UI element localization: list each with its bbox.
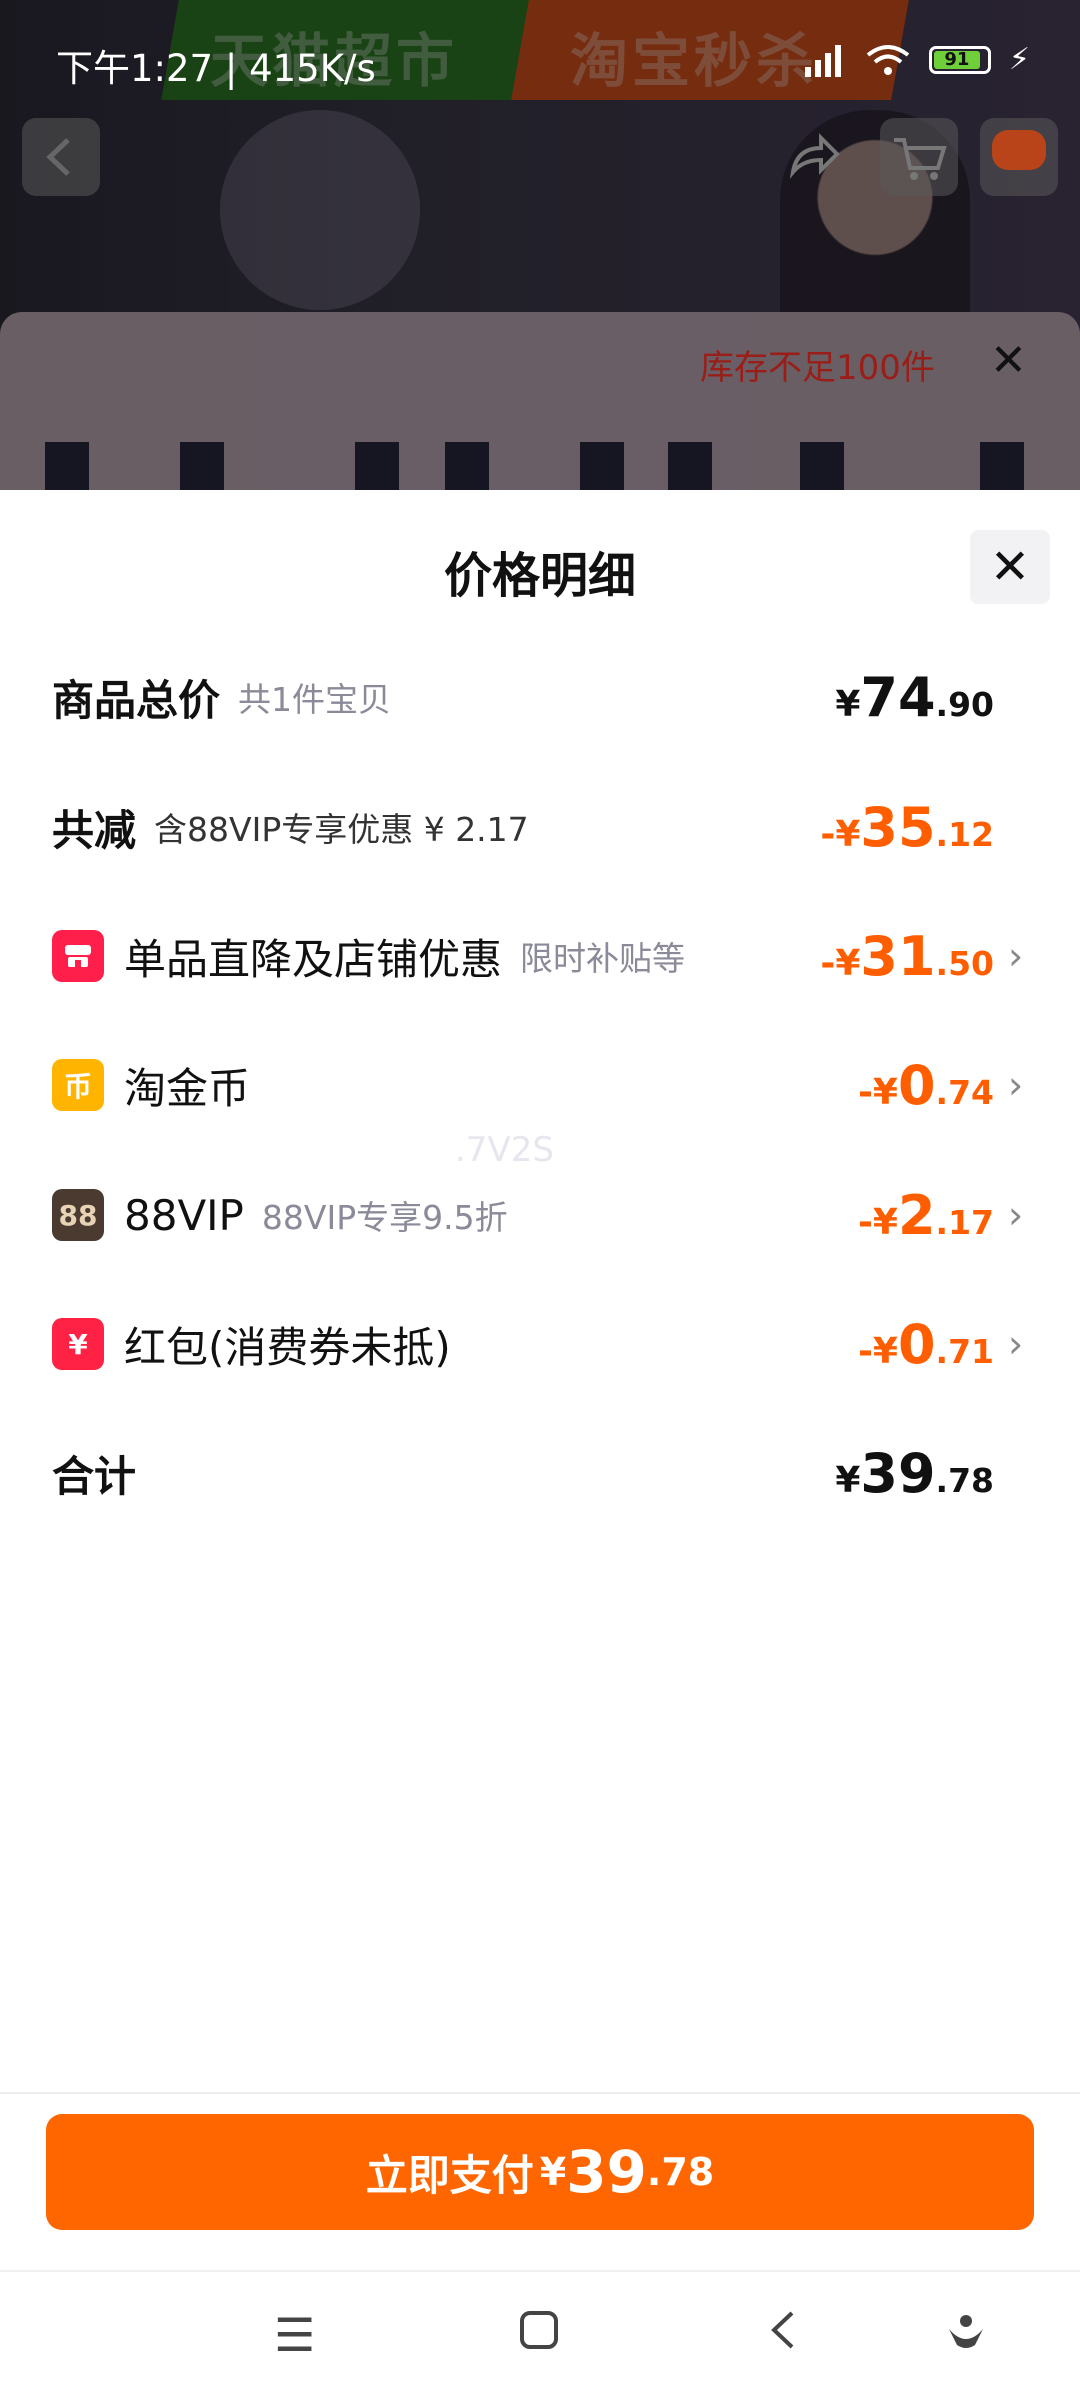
discount-label: 共减 — [52, 805, 137, 855]
cart-button[interactable] — [880, 118, 958, 196]
battery-icon: 91 — [928, 45, 991, 74]
price-decimal: .74 — [935, 1072, 994, 1112]
price-currency: -¥ — [857, 1071, 898, 1113]
vip-icon: 88 — [52, 1189, 104, 1241]
sku-close-icon[interactable]: ✕ — [990, 335, 1027, 386]
price-integer: 74 — [860, 665, 936, 729]
signal-icon — [804, 44, 841, 77]
nav-back-icon[interactable] — [768, 2308, 798, 2362]
assistant-icon[interactable] — [945, 2308, 987, 2362]
red-packet-price: -¥0.71 — [858, 1313, 994, 1376]
sku-swatch — [45, 442, 89, 490]
total-sub: 共1件宝贝 — [238, 680, 392, 719]
price-currency: -¥ — [857, 1330, 898, 1372]
battery-level: 91 — [933, 50, 980, 69]
chevron-right-icon: › — [1008, 1063, 1024, 1107]
watermark: .7V2S — [455, 1130, 554, 1170]
total-label: 商品总价 — [52, 675, 221, 725]
wifi-icon — [866, 44, 910, 75]
price-currency: ¥ — [835, 1459, 861, 1501]
price-integer: 31 — [860, 924, 936, 988]
row-88vip[interactable]: 88 88VIP 88VIP专享9.5折 -¥2.17 › — [52, 1170, 1028, 1260]
system-nav-bar: ☰ — [0, 2270, 1080, 2402]
sku-swatch — [445, 442, 489, 490]
more-icon — [992, 130, 1046, 170]
home-icon[interactable] — [518, 2308, 560, 2362]
row-sum: 合计 ¥39.78 — [52, 1428, 1028, 1518]
sku-swatch — [980, 442, 1024, 490]
status-icons: 91 ⚡ — [801, 42, 1030, 77]
share-button[interactable] — [775, 118, 853, 196]
row-coin[interactable]: 币 淘金币 -¥0.74 › — [52, 1040, 1028, 1130]
sku-swatch — [580, 442, 624, 490]
price-integer: 0 — [897, 1312, 936, 1376]
sum-label: 合计 — [52, 1451, 137, 1501]
total-price: ¥74.90 — [835, 666, 994, 729]
sheet-title: 价格明细 — [443, 548, 636, 604]
price-currency: -¥ — [857, 1201, 898, 1243]
vip-price: -¥2.17 — [858, 1184, 994, 1247]
coin-label: 淘金币 — [124, 1063, 251, 1113]
vip-sub: 88VIP专享9.5折 — [261, 1198, 508, 1237]
red-packet-icon: ¥ — [52, 1318, 104, 1370]
red-packet-label: 红包(消费券未抵) — [124, 1322, 451, 1372]
cart-icon — [894, 138, 947, 180]
stock-notice: 库存不足100件 — [700, 348, 935, 388]
discount-sub: 含88VIP专享优惠 ¥ 2.17 — [154, 810, 529, 849]
time-text: 下午1:27 — [56, 47, 214, 90]
discount-price: -¥35.12 — [820, 796, 994, 859]
chevron-right-icon: › — [1008, 1193, 1024, 1237]
price-decimal: .78 — [935, 1460, 994, 1500]
price-currency: -¥ — [820, 942, 861, 984]
status-time: 下午1:27 | 415K/s — [56, 47, 376, 90]
sku-swatch — [800, 442, 844, 490]
coin-price: -¥0.74 — [858, 1054, 994, 1117]
price-decimal: .71 — [935, 1331, 994, 1371]
more-button[interactable] — [980, 118, 1058, 196]
sku-swatch — [668, 442, 712, 490]
store-icon — [52, 930, 104, 982]
pay-now-button[interactable]: 立即支付 ¥ 39 .78 — [46, 2114, 1034, 2230]
pay-integer: 39 — [566, 2138, 647, 2206]
store-sub: 限时补贴等 — [520, 939, 686, 978]
price-decimal: .90 — [935, 684, 994, 724]
price-integer: 2 — [897, 1183, 936, 1247]
price-decimal: .12 — [935, 814, 994, 854]
price-integer: 39 — [860, 1441, 936, 1505]
sum-price: ¥39.78 — [835, 1442, 994, 1505]
price-decimal: .50 — [935, 943, 994, 983]
chevron-right-icon: › — [1008, 934, 1024, 978]
status-bar: 下午1:27 | 415K/s 91 ⚡ — [0, 0, 1080, 100]
row-red-packet[interactable]: ¥ 红包(消费券未抵) -¥0.71 › — [52, 1299, 1028, 1389]
vip-label: 88VIP — [124, 1190, 244, 1240]
sku-swatch — [180, 442, 224, 490]
price-currency: ¥ — [835, 683, 861, 725]
row-total: 商品总价 共1件宝贝 ¥74.90 — [52, 652, 1028, 742]
pay-label: 立即支付 — [365, 2150, 534, 2200]
row-store-discount[interactable]: 单品直降及店铺优惠 限时补贴等 -¥31.50 › — [52, 911, 1028, 1001]
price-detail-sheet: 价格明细 ✕ 商品总价 共1件宝贝 ¥74.90 共减 含88VIP专享优惠 ¥… — [0, 490, 1080, 2400]
network-speed: 415K/s — [249, 47, 376, 90]
store-price: -¥31.50 — [820, 925, 994, 988]
pay-decimal: .78 — [646, 2150, 715, 2194]
sku-swatch — [355, 442, 399, 490]
back-button[interactable] — [22, 118, 100, 196]
price-currency: -¥ — [820, 813, 861, 855]
price-integer: 35 — [860, 795, 936, 859]
store-label: 单品直降及店铺优惠 — [124, 934, 503, 984]
coin-icon: 币 — [52, 1059, 104, 1111]
chevron-right-icon: › — [1008, 1322, 1024, 1366]
pay-currency: ¥ — [539, 2150, 567, 2194]
divider — [0, 2092, 1080, 2094]
menu-icon[interactable]: ☰ — [274, 2308, 315, 2362]
close-button[interactable]: ✕ — [970, 530, 1050, 604]
row-discount: 共减 含88VIP专享优惠 ¥ 2.17 -¥35.12 — [52, 782, 1028, 872]
sku-panel-background — [0, 312, 1080, 492]
charging-icon: ⚡ — [1008, 42, 1030, 77]
price-decimal: .17 — [935, 1202, 994, 1242]
back-icon — [46, 138, 70, 176]
close-icon: ✕ — [989, 539, 1031, 595]
price-integer: 0 — [897, 1053, 936, 1117]
share-icon — [789, 133, 840, 179]
